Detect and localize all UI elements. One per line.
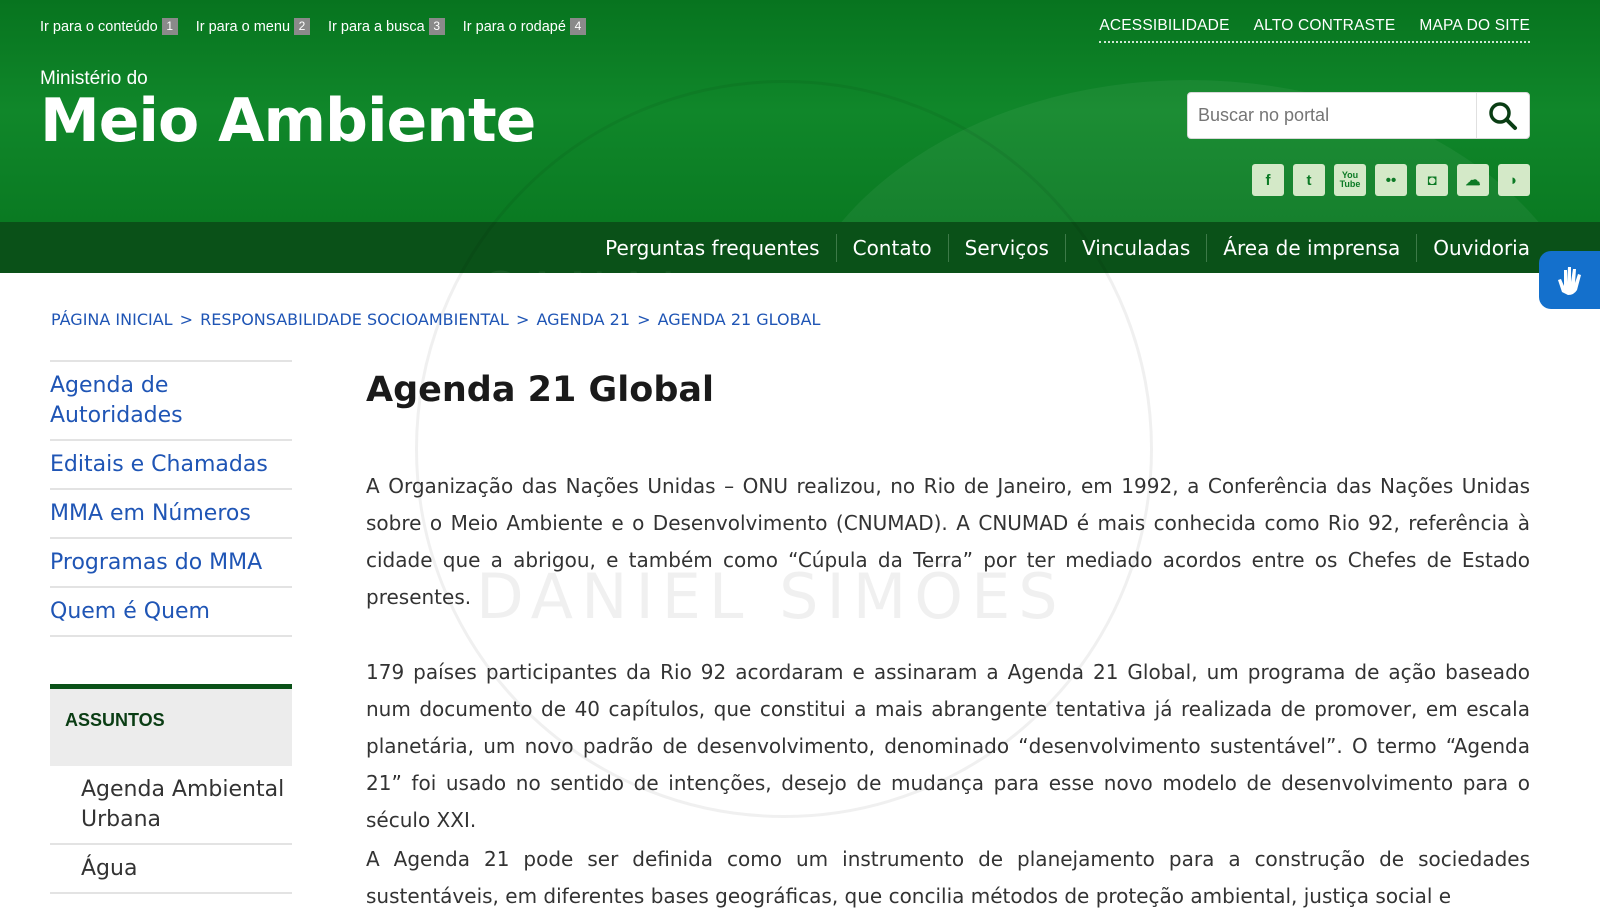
main-nav: Perguntas frequentes Contato Serviços Vi… <box>0 222 1600 273</box>
sidebar-subitem-agenda-urbana[interactable]: Agenda Ambiental Urbana <box>50 766 292 845</box>
facebook-icon[interactable]: f <box>1252 164 1284 196</box>
brand-title[interactable]: Meio Ambiente <box>40 86 536 156</box>
search-box <box>1187 92 1530 139</box>
content-paragraph: A Agenda 21 pode ser definida como um in… <box>366 847 1530 908</box>
assuntos-label: ASSUNTOS <box>65 710 165 730</box>
youtube-icon[interactable]: You Tube <box>1334 164 1366 196</box>
breadcrumb-home[interactable]: PÁGINA INICIAL <box>51 310 173 329</box>
sidebar-subitem-agua[interactable]: Água <box>50 845 292 894</box>
high-contrast-link[interactable]: ALTO CONTRASTE <box>1254 17 1396 35</box>
twitter-icon[interactable]: t <box>1293 164 1325 196</box>
content-paragraph: 179 países participantes da Rio 92 acord… <box>366 660 1530 832</box>
sidebar-item-programas[interactable]: Programas do MMA <box>50 537 292 586</box>
skip-link-key: 3 <box>428 18 445 35</box>
search-icon <box>1489 101 1517 130</box>
page-title: Agenda 21 Global <box>366 370 714 410</box>
sidebar: Agenda de Autoridades Editais e Chamadas… <box>50 360 292 637</box>
sidebar-item-mma-numeros[interactable]: MMA em Números <box>50 488 292 537</box>
breadcrumb-agenda21[interactable]: AGENDA 21 <box>536 310 630 329</box>
nav-linked[interactable]: Vinculadas <box>1064 233 1206 262</box>
breadcrumb-separator: > <box>637 310 651 329</box>
site-header: Ir para o conteúdo 1 Ir para o menu 2 Ir p… <box>0 0 1600 222</box>
skip-to-search-link[interactable]: Ir para a busca 3 <box>328 18 445 35</box>
rss-icon[interactable]: ◗ <box>1498 164 1530 196</box>
skip-to-menu-link[interactable]: Ir para o menu 2 <box>195 18 311 35</box>
skip-link-key: 1 <box>161 18 178 35</box>
nav-contact[interactable]: Contato <box>835 233 948 262</box>
nav-press[interactable]: Área de imprensa <box>1206 233 1416 262</box>
skip-link-label: Ir para o rodapé <box>462 18 566 35</box>
assuntos-header: ASSUNTOS <box>50 684 292 766</box>
assuntos-list: Agenda Ambiental Urbana Água <box>50 766 292 894</box>
sign-language-icon <box>1557 267 1581 295</box>
sidebar-item-agenda-autoridades[interactable]: Agenda de Autoridades <box>50 360 292 439</box>
nav-ombudsman[interactable]: Ouvidoria <box>1416 233 1530 262</box>
top-links: ACESSIBILIDADE ALTO CONTRASTE MAPA DO SI… <box>1099 17 1530 43</box>
instagram-icon[interactable]: ◘ <box>1416 164 1448 196</box>
breadcrumb-separator: > <box>515 310 530 329</box>
skip-links: Ir para o conteúdo 1 Ir para o menu 2 Ir p… <box>40 18 586 35</box>
nav-services[interactable]: Serviços <box>947 233 1065 262</box>
skip-link-key: 2 <box>294 18 311 35</box>
social-links: f t You Tube •• ◘ ☁ ◗ <box>1252 164 1530 196</box>
breadcrumb: PÁGINA INICIAL > RESPONSABILIDADE SOCIOA… <box>51 310 822 329</box>
sidebar-item-quem-e-quem[interactable]: Quem é Quem <box>50 586 292 637</box>
site-map-link[interactable]: MAPA DO SITE <box>1419 17 1530 35</box>
sidebar-item-editais[interactable]: Editais e Chamadas <box>50 439 292 488</box>
skip-link-label: Ir para a busca <box>328 18 425 35</box>
skip-to-footer-link[interactable]: Ir para o rodapé 4 <box>463 18 586 35</box>
vlibras-button[interactable] <box>1539 251 1600 309</box>
skip-link-label: Ir para o menu <box>195 18 291 35</box>
breadcrumb-socioenvironmental[interactable]: RESPONSABILIDADE SOCIOAMBIENTAL <box>200 310 509 329</box>
accessibility-link[interactable]: ACESSIBILIDADE <box>1099 17 1229 35</box>
flickr-icon[interactable]: •• <box>1375 164 1407 196</box>
skip-link-key: 4 <box>569 18 586 35</box>
content-paragraph: A Organização das Nações Unidas – ONU re… <box>366 474 1530 609</box>
search-button[interactable] <box>1476 93 1529 138</box>
skip-to-content-link[interactable]: Ir para o conteúdo 1 <box>40 18 178 35</box>
breadcrumb-separator: > <box>179 310 194 329</box>
soundcloud-icon[interactable]: ☁ <box>1457 164 1489 196</box>
search-input[interactable] <box>1188 93 1476 138</box>
nav-faq[interactable]: Perguntas frequentes <box>589 234 836 262</box>
breadcrumb-current[interactable]: AGENDA 21 GLOBAL <box>658 310 821 329</box>
skip-link-label: Ir para o conteúdo <box>40 18 158 35</box>
